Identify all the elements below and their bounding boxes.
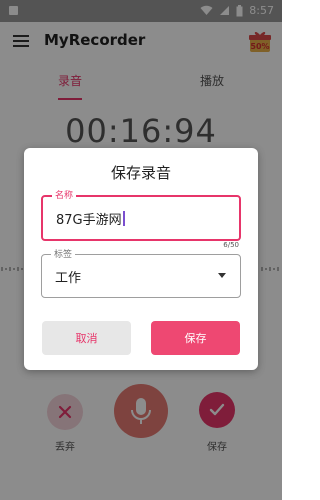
name-field-label: 名称 xyxy=(52,188,77,201)
tag-dropdown[interactable]: 标签 工作 xyxy=(41,247,241,298)
dropdown-arrow-icon xyxy=(218,273,226,278)
name-field[interactable]: 名称 87G手游网 xyxy=(41,188,241,241)
name-input-value[interactable]: 87G手游网 xyxy=(56,213,122,228)
cancel-button[interactable]: 取消 xyxy=(42,321,131,355)
text-cursor xyxy=(122,211,125,226)
save-recording-dialog: 保存录音 名称 87G手游网 6/50 标签 工作 取消 保存 xyxy=(24,148,258,370)
dialog-title: 保存录音 xyxy=(110,164,171,182)
tag-selected-value: 工作 xyxy=(55,271,82,286)
tag-field-label: 标签 xyxy=(51,247,76,260)
save-button[interactable]: 保存 xyxy=(151,321,240,355)
